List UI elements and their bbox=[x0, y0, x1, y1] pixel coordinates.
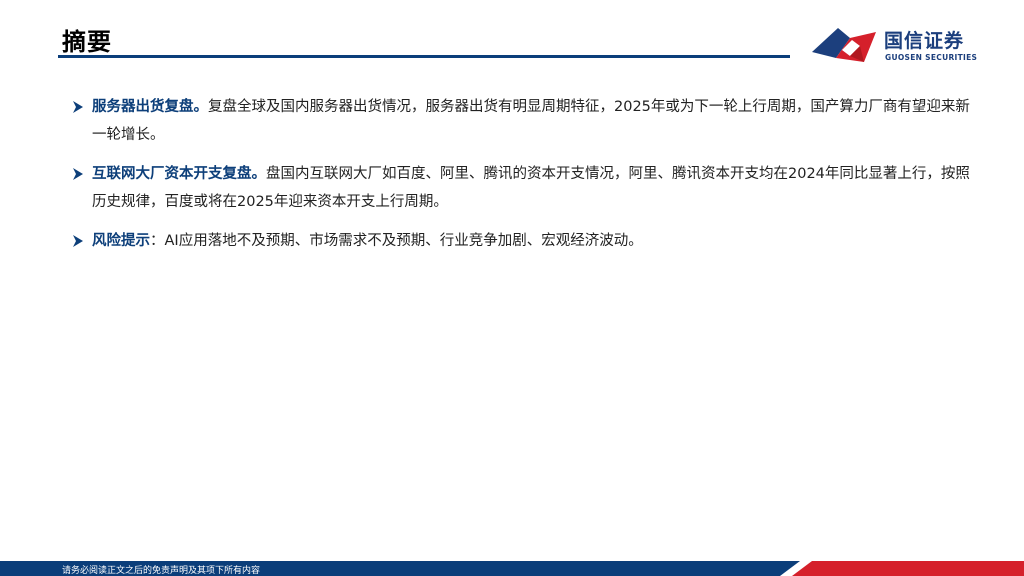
title-rule bbox=[58, 55, 790, 58]
bullet-text: AI应用落地不及预期、市场需求不及预期、行业竞争加剧、宏观经济波动。 bbox=[164, 233, 643, 249]
bullet-lead: 风险提示 bbox=[92, 233, 150, 249]
bullet-item: 服务器出货复盘。复盘全球及国内服务器出货情况，服务器出货有明显周期特征，2025… bbox=[72, 93, 977, 149]
guosen-logo-icon bbox=[812, 28, 876, 62]
bullet-item: 风险提示：AI应用落地不及预期、市场需求不及预期、行业竞争加剧、宏观经济波动。 bbox=[72, 227, 977, 255]
guosen-logo: 国信证券 GUOSEN SECURITIES bbox=[812, 22, 992, 66]
logo-chinese-name: 国信证券 bbox=[884, 30, 965, 52]
bullet-lead: 互联网大厂资本开支复盘。 bbox=[92, 166, 266, 182]
arrow-bullet-icon bbox=[73, 101, 83, 113]
footer-bar: 请务必阅读正文之后的免责声明及其项下所有内容 bbox=[0, 561, 1024, 576]
page-title: 摘要 bbox=[62, 28, 112, 56]
footer-disclaimer: 请务必阅读正文之后的免责声明及其项下所有内容 bbox=[62, 566, 261, 576]
bullet-item: 互联网大厂资本开支复盘。盘国内互联网大厂如百度、阿里、腾讯的资本开支情况，阿里、… bbox=[72, 160, 977, 216]
bullet-text: 复盘全球及国内服务器出货情况，服务器出货有明显周期特征，2025年或为下一轮上行… bbox=[92, 99, 970, 143]
summary-content: 服务器出货复盘。复盘全球及国内服务器出货情况，服务器出货有明显周期特征，2025… bbox=[72, 93, 977, 266]
arrow-bullet-icon bbox=[73, 235, 83, 247]
logo-english-name: GUOSEN SECURITIES bbox=[885, 53, 978, 62]
bullet-lead: 服务器出货复盘。 bbox=[92, 99, 208, 115]
arrow-bullet-icon bbox=[73, 168, 83, 180]
bullet-separator: ： bbox=[150, 233, 165, 249]
